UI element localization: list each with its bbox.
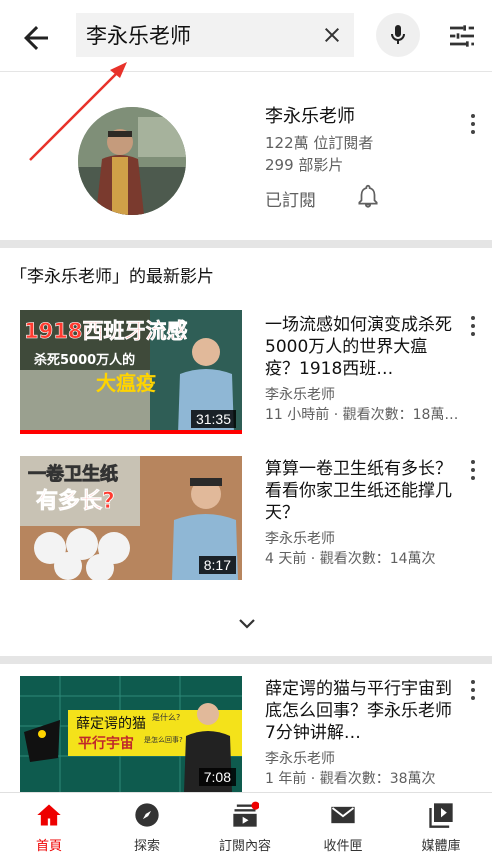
search-box[interactable] xyxy=(76,13,354,57)
bottom-navigation: 首頁 探索 訂閱內容 收件匣 媒體庫 xyxy=(0,792,492,858)
thumb-text: 是怎么回事? xyxy=(144,735,183,744)
video-channel: 李永乐老师 xyxy=(265,387,335,403)
divider xyxy=(0,656,492,664)
search-input[interactable] xyxy=(86,13,306,57)
thumb-text: 一卷卫生纸 xyxy=(28,463,118,485)
home-icon xyxy=(37,804,61,826)
chevron-down-icon[interactable] xyxy=(232,612,262,636)
nav-subscriptions[interactable]: 訂閱內容 xyxy=(196,793,294,859)
subscribed-button[interactable]: 已訂閱 xyxy=(265,186,316,211)
top-bar xyxy=(0,0,492,72)
video-title[interactable]: 薛定谔的猫与平行宇宙到底怎么回事？李永乐老师7分钟讲解… xyxy=(265,678,461,744)
video-thumbnail[interactable]: 薛定谔的猫 平行宇宙 是什么? 是怎么回事? 7:08 xyxy=(20,676,242,792)
video-meta: 11 小時前 · 觀看次數：18萬… xyxy=(265,407,459,423)
library-icon xyxy=(429,803,453,828)
thumb-text: 薛定谔的猫 xyxy=(76,716,146,732)
filter-icon[interactable] xyxy=(446,20,478,52)
subscriber-count: 122萬 位訂閱者 xyxy=(265,134,374,152)
video-count: 299 部影片 xyxy=(265,156,344,174)
explore-icon xyxy=(135,803,159,827)
bell-icon[interactable] xyxy=(355,182,381,210)
thumb-text: 是什么? xyxy=(152,712,180,722)
channel-menu-icon[interactable] xyxy=(465,112,481,136)
channel-name[interactable]: 李永乐老师 xyxy=(265,102,355,128)
thumb-text: 杀死5000万人的 xyxy=(34,352,135,368)
duration-badge: 31:35 xyxy=(190,410,236,428)
duration-badge: 8:17 xyxy=(198,556,236,574)
video-meta: 1 年前 · 觀看次數：38萬次 xyxy=(265,771,436,787)
thumb-text: 有多长? xyxy=(36,488,115,514)
microphone-icon xyxy=(391,25,405,44)
video-channel: 李永乐老师 xyxy=(265,531,335,547)
video-thumbnail[interactable]: 一卷卫生纸 有多长? 8:17 xyxy=(20,456,242,580)
video-menu-icon[interactable] xyxy=(465,314,481,338)
nav-label: 探索 xyxy=(133,839,160,854)
subscriptions-icon xyxy=(233,801,259,827)
nav-explore[interactable]: 探索 xyxy=(98,793,196,859)
nav-library[interactable]: 媒體庫 xyxy=(392,793,490,859)
video-menu-icon[interactable] xyxy=(465,678,481,702)
nav-label: 首頁 xyxy=(35,839,62,854)
nav-home[interactable]: 首頁 xyxy=(0,793,98,859)
voice-search-button[interactable] xyxy=(376,13,420,57)
video-menu-icon[interactable] xyxy=(465,458,481,482)
thumb-text: 平行宇宙 xyxy=(78,735,134,752)
nav-inbox[interactable]: 收件匣 xyxy=(294,793,392,859)
back-arrow-icon[interactable] xyxy=(18,20,54,56)
nav-label: 媒體庫 xyxy=(421,839,461,854)
thumb-text: 1918西班牙流感 xyxy=(24,319,187,343)
thumb-text: 大瘟疫 xyxy=(96,371,156,395)
watch-progress-bar xyxy=(20,430,242,434)
inbox-icon xyxy=(331,806,355,824)
video-channel: 李永乐老师 xyxy=(265,751,335,767)
nav-label: 收件匣 xyxy=(323,839,363,854)
channel-avatar[interactable] xyxy=(78,107,186,215)
nav-label: 訂閱內容 xyxy=(218,839,271,854)
duration-badge: 7:08 xyxy=(198,768,236,786)
clear-icon[interactable] xyxy=(320,23,344,47)
divider xyxy=(0,240,492,248)
video-title[interactable]: 算算一卷卫生纸有多长？看看你家卫生纸还能撑几天？ xyxy=(265,458,461,524)
video-title[interactable]: 一场流感如何演变成杀死5000万人的世界大瘟疫？1918西班… xyxy=(265,314,461,380)
video-thumbnail[interactable]: 1918西班牙流感 杀死5000万人的 大瘟疫 31:35 xyxy=(20,310,242,434)
video-meta: 4 天前 · 觀看次數：14萬次 xyxy=(265,551,436,567)
section-title: 「李永乐老师」的最新影片 xyxy=(10,267,214,287)
